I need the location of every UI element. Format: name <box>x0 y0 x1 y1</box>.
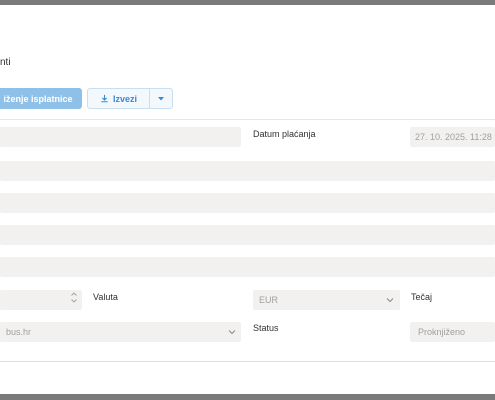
left-field-1[interactable] <box>0 127 241 147</box>
page-subtitle: nti <box>0 57 11 68</box>
form-field-5[interactable] <box>0 257 495 277</box>
download-icon <box>101 94 108 103</box>
currency-select[interactable]: EUR <box>253 290 400 310</box>
currency-label: Valuta <box>93 292 118 302</box>
form-field-3[interactable] <box>0 193 495 213</box>
chevron-down-icon <box>386 298 394 303</box>
payment-date-label: Datum plaćanja <box>253 129 316 139</box>
form-field-4[interactable] <box>0 225 495 245</box>
export-button[interactable]: Izvezi <box>88 89 149 108</box>
chevron-up-icon <box>71 292 77 296</box>
toolbar-divider <box>0 119 495 120</box>
status-label: Status <box>253 323 279 333</box>
export-button-label: Izvezi <box>112 93 137 104</box>
chevron-down-icon <box>71 299 77 303</box>
post-payout-button[interactable]: iženje isplatnice <box>0 88 82 109</box>
form-field-2[interactable] <box>0 161 495 181</box>
window-top-border <box>0 0 495 5</box>
number-stepper[interactable] <box>69 291 79 309</box>
status-field: Proknjiženo <box>410 322 495 342</box>
window-bottom-border <box>0 394 495 400</box>
card-bottom-border <box>0 361 495 362</box>
export-split-button: Izvezi <box>87 88 173 109</box>
export-dropdown-toggle[interactable] <box>150 89 172 108</box>
domain-select[interactable]: bus.hr <box>0 322 241 342</box>
domain-value: bus.hr <box>6 327 32 337</box>
caret-down-icon <box>158 96 164 100</box>
payment-date-field[interactable]: 27. 10. 2025. 11:28 <box>410 127 495 147</box>
chevron-down-icon <box>228 330 236 335</box>
exchange-rate-label: Tečaj <box>411 292 433 302</box>
currency-value: EUR <box>259 295 279 305</box>
